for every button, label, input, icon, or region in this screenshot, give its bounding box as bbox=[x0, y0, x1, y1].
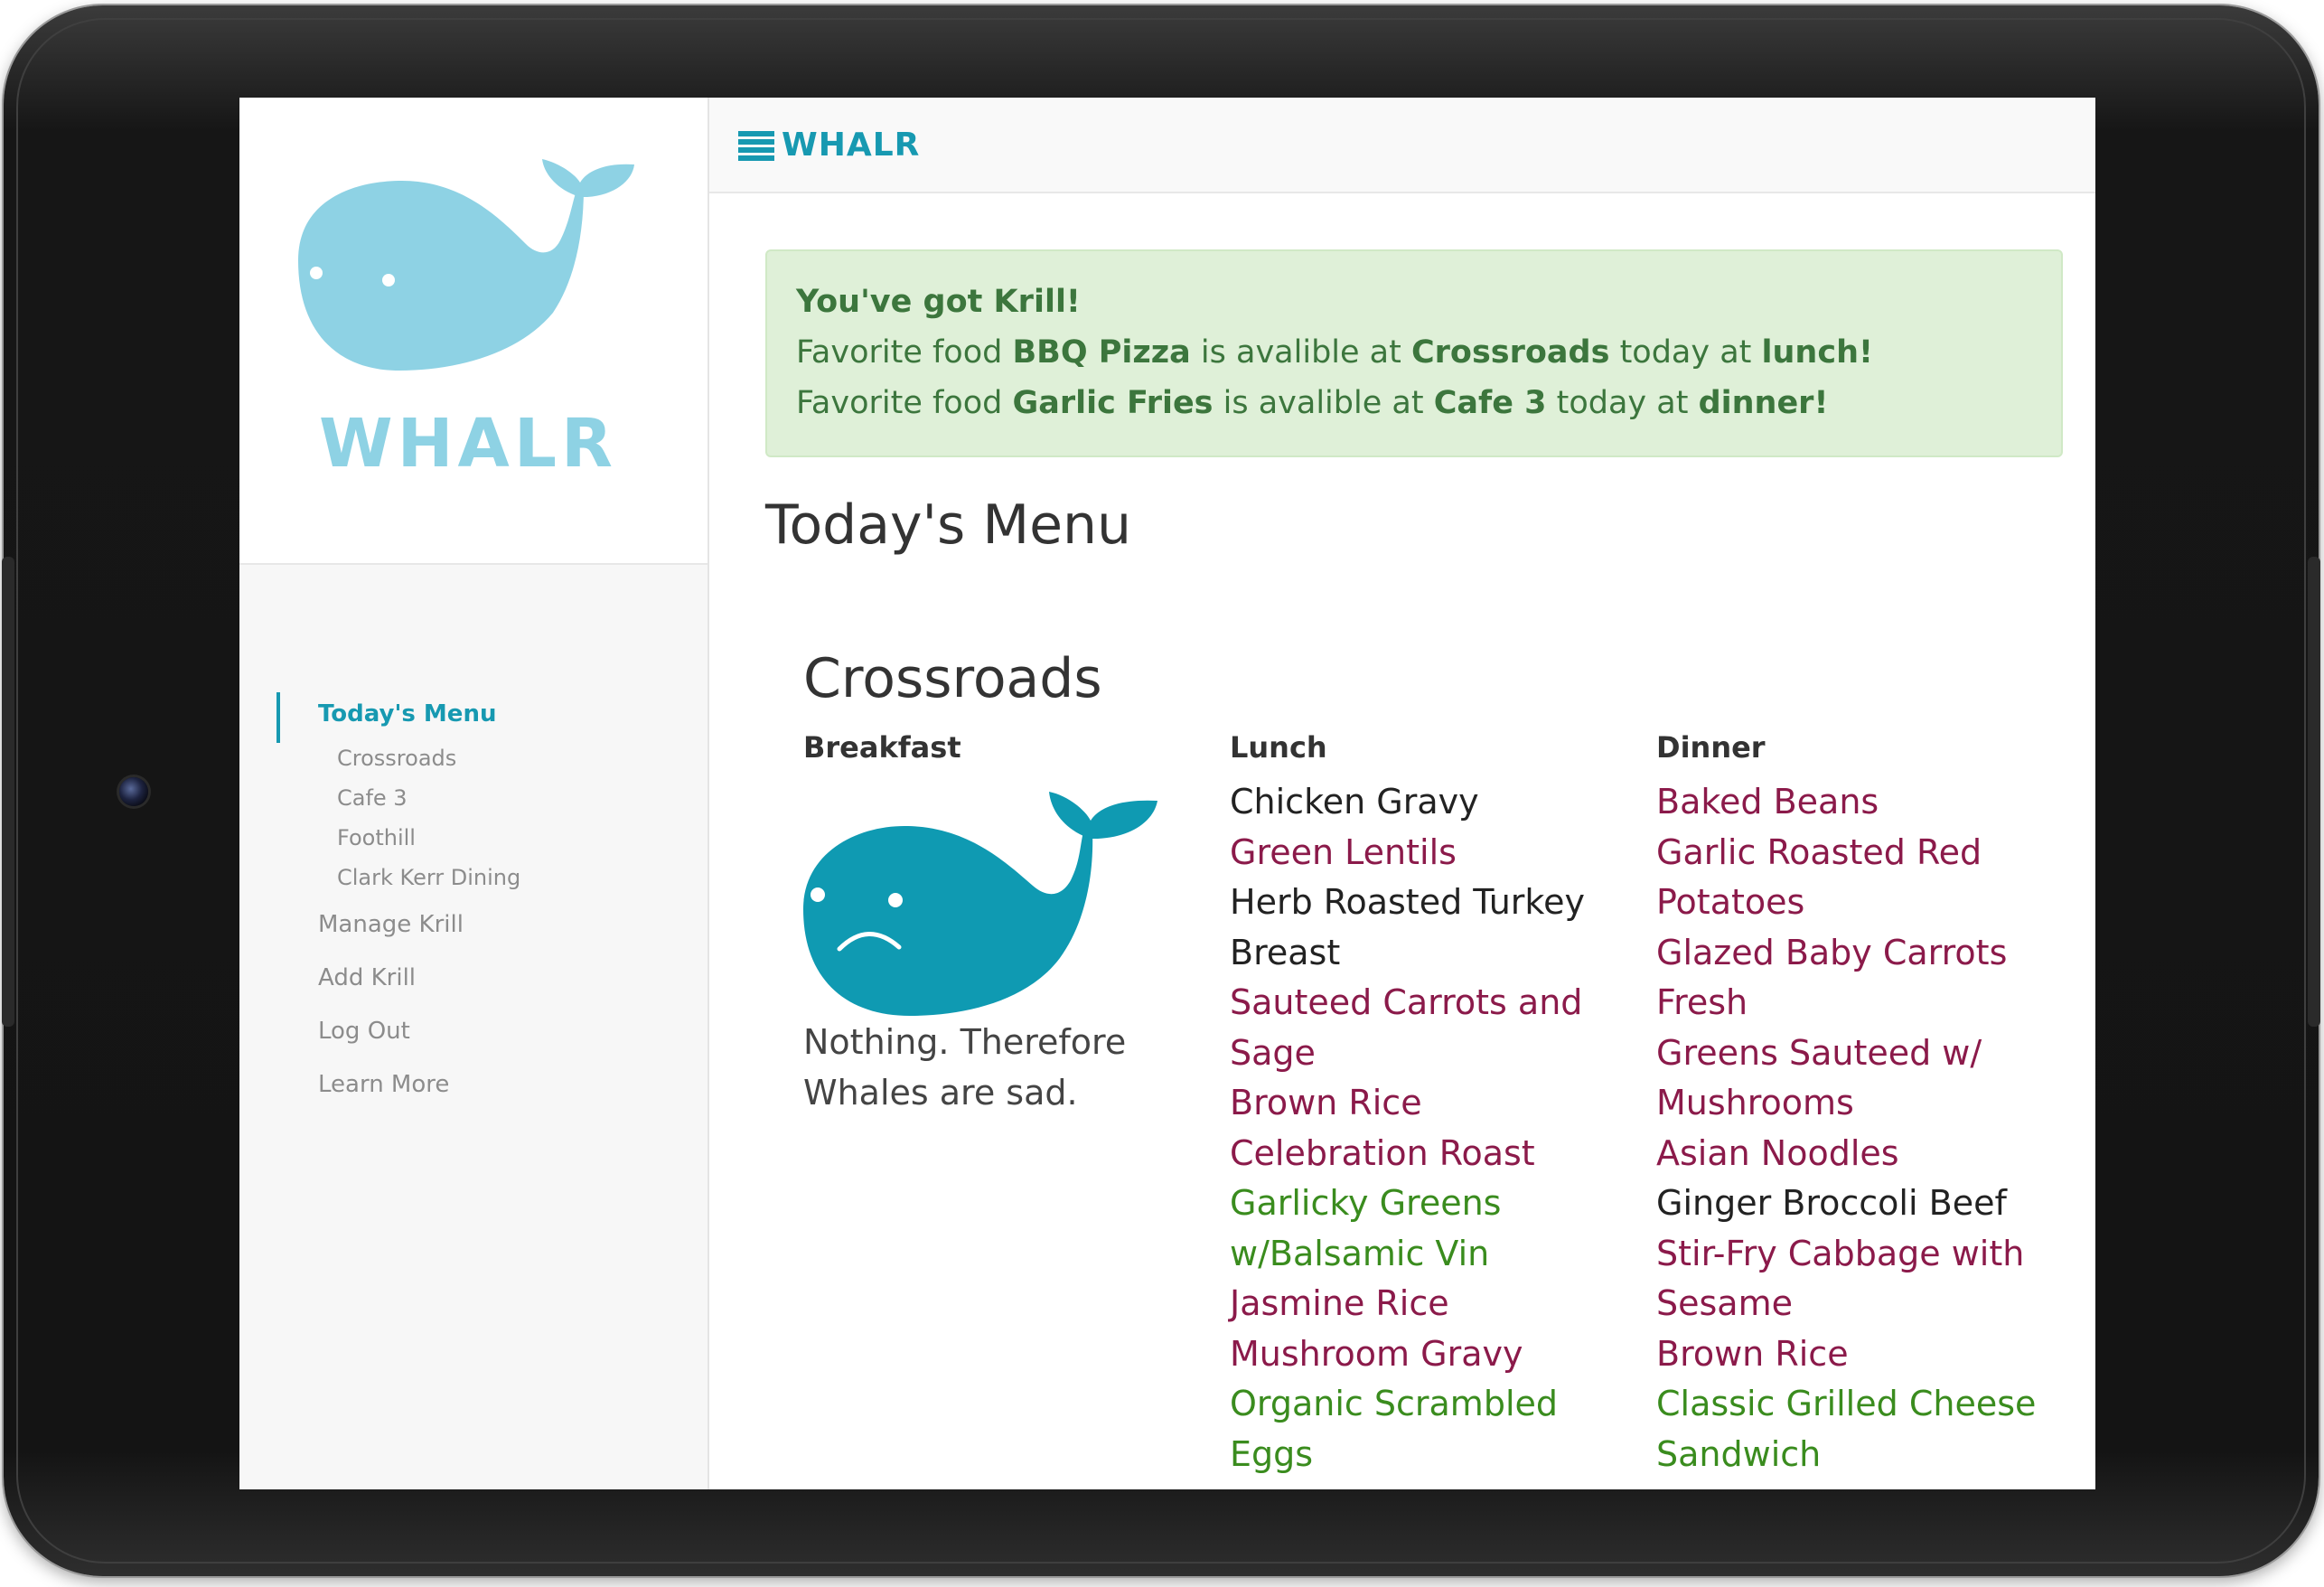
logo-area: WHALR bbox=[239, 98, 708, 565]
menu-item[interactable]: Baked Beans bbox=[1656, 777, 2054, 828]
dinner-items: Baked Beans Garlic Roasted Red Potatoes Gl… bbox=[1656, 777, 2054, 1479]
menu-item[interactable]: Sauteed Carrots and Sage bbox=[1230, 978, 1609, 1078]
menu-item[interactable]: Brown Rice bbox=[1230, 1078, 1609, 1129]
dinner-heading: Dinner bbox=[1656, 730, 1766, 765]
breakfast-column: Breakfast Nothing. Therefore Whales are … bbox=[803, 730, 1183, 1118]
hamburger-icon[interactable] bbox=[738, 131, 774, 162]
sidebar-item-add-krill[interactable]: Add Krill bbox=[318, 964, 416, 991]
menu-item[interactable]: Stir-Fry Cabbage with Sesame bbox=[1656, 1229, 2054, 1329]
breakfast-heading: Breakfast bbox=[803, 730, 961, 765]
sidebar-item-cafe-3[interactable]: Cafe 3 bbox=[337, 785, 408, 811]
page-title: Today's Menu bbox=[765, 493, 1132, 557]
breakfast-empty-text: Nothing. Therefore Whales are sad. bbox=[803, 1022, 1127, 1113]
menu-item[interactable]: Jasmine Rice bbox=[1230, 1279, 1609, 1329]
sidebar: WHALR Today's Menu Crossroads Cafe 3 Foo… bbox=[239, 98, 709, 1489]
sidebar-item-manage-krill[interactable]: Manage Krill bbox=[318, 911, 464, 938]
menu-item[interactable]: Organic Scrambled Eggs bbox=[1230, 1379, 1609, 1479]
alert-line-1: Favorite food BBQ Pizza is avalible at C… bbox=[796, 334, 1873, 371]
sidebar-item-todays-menu[interactable]: Today's Menu bbox=[318, 700, 496, 728]
tablet-side-button-right bbox=[2308, 557, 2320, 1027]
sidebar-item-learn-more[interactable]: Learn More bbox=[318, 1071, 449, 1098]
sidebar-item-foothill[interactable]: Foothill bbox=[337, 825, 416, 850]
lunch-heading: Lunch bbox=[1230, 730, 1327, 765]
menu-item[interactable]: Mushroom Gravy bbox=[1230, 1329, 1609, 1380]
tablet-frame: WHALR Today's Menu Crossroads Cafe 3 Foo… bbox=[2, 5, 2320, 1576]
sidebar-item-crossroads[interactable]: Crossroads bbox=[337, 746, 456, 771]
screen: WHALR Today's Menu Crossroads Cafe 3 Foo… bbox=[239, 98, 2095, 1489]
whale-logo-icon bbox=[298, 159, 634, 371]
menu-item[interactable]: Greens Sauteed w/ Mushrooms bbox=[1656, 1028, 2054, 1129]
lunch-column: Lunch Chicken Gravy Green Lentils Herb Roa… bbox=[1230, 730, 1609, 1479]
menu-item[interactable]: Celebration Roast bbox=[1230, 1129, 1609, 1179]
menu-item[interactable]: Chicken Gravy bbox=[1230, 777, 1609, 828]
menu-item[interactable]: Glazed Baby Carrots Fresh bbox=[1656, 928, 2054, 1028]
top-navbar: WHALR bbox=[709, 98, 2095, 193]
dining-hall-title: Crossroads bbox=[803, 647, 1102, 710]
navbar-brand[interactable]: WHALR bbox=[782, 127, 920, 164]
menu-item[interactable]: Asian Noodles bbox=[1656, 1129, 2054, 1179]
menu-item[interactable]: Herb Roasted Turkey Breast bbox=[1230, 878, 1609, 978]
menu-item[interactable]: Garlicky Greens w/Balsamic Vin bbox=[1230, 1179, 1609, 1279]
menu-item[interactable]: Garlic Roasted Red Potatoes bbox=[1656, 828, 2054, 928]
krill-alert: You've got Krill! Favorite food BBQ Pizz… bbox=[765, 249, 2063, 457]
menu-item[interactable]: Brown Rice bbox=[1656, 1329, 2054, 1380]
sidebar-item-log-out[interactable]: Log Out bbox=[318, 1018, 410, 1045]
camera-icon bbox=[119, 777, 148, 806]
menu-item[interactable]: Ginger Broccoli Beef bbox=[1656, 1179, 2054, 1229]
sidebar-item-clark-kerr-dining[interactable]: Clark Kerr Dining bbox=[337, 865, 520, 890]
sad-whale-icon bbox=[803, 792, 1157, 1016]
logo-text: WHALR bbox=[319, 405, 617, 483]
alert-title: You've got Krill! bbox=[796, 284, 1081, 320]
menu-item[interactable]: Classic Grilled Cheese Sandwich bbox=[1656, 1379, 2054, 1479]
active-indicator bbox=[276, 692, 280, 743]
alert-line-2: Favorite food Garlic Fries is avalible a… bbox=[796, 385, 1829, 421]
dinner-column: Dinner Baked Beans Garlic Roasted Red Pot… bbox=[1656, 730, 2054, 1479]
menu-item[interactable]: Green Lentils bbox=[1230, 828, 1609, 878]
tablet-side-button-left bbox=[2, 557, 14, 1027]
lunch-items: Chicken Gravy Green Lentils Herb Roasted T… bbox=[1230, 777, 1609, 1479]
